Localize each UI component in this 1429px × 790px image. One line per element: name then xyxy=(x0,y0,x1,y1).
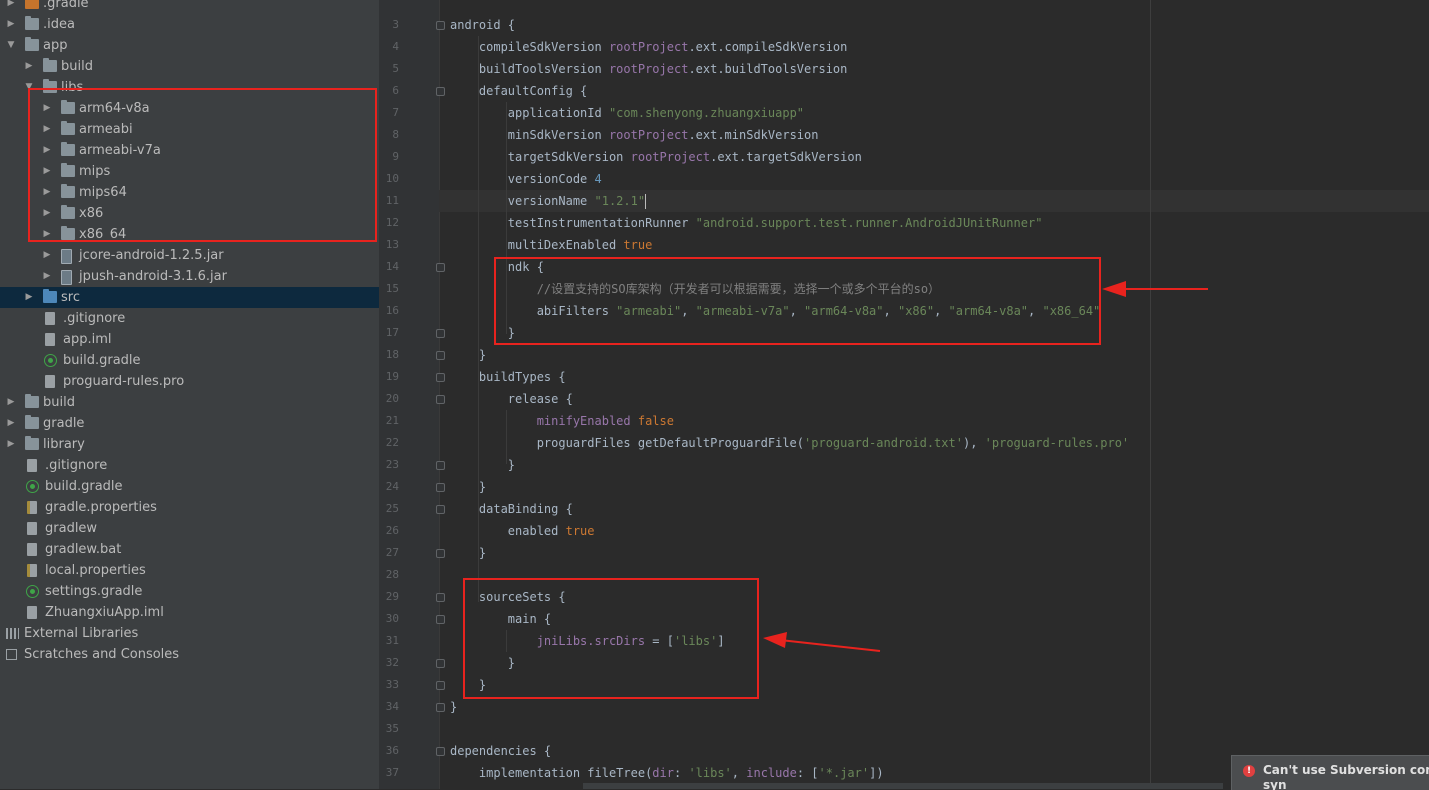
error-icon: ! xyxy=(1243,765,1255,777)
arrow-sourcesets xyxy=(763,632,787,648)
horizontal-scrollbar[interactable] xyxy=(583,783,1223,789)
arrow-ndk xyxy=(1102,281,1126,297)
notification-line-1: Can't use Subversion comm xyxy=(1263,763,1429,777)
annotation-arrows xyxy=(763,281,1208,652)
notification-balloon[interactable]: ! Can't use Subversion comm syn xyxy=(1231,755,1429,790)
notification-text: Can't use Subversion comm syn xyxy=(1263,763,1429,790)
notification-line-2: syn xyxy=(1263,778,1287,790)
